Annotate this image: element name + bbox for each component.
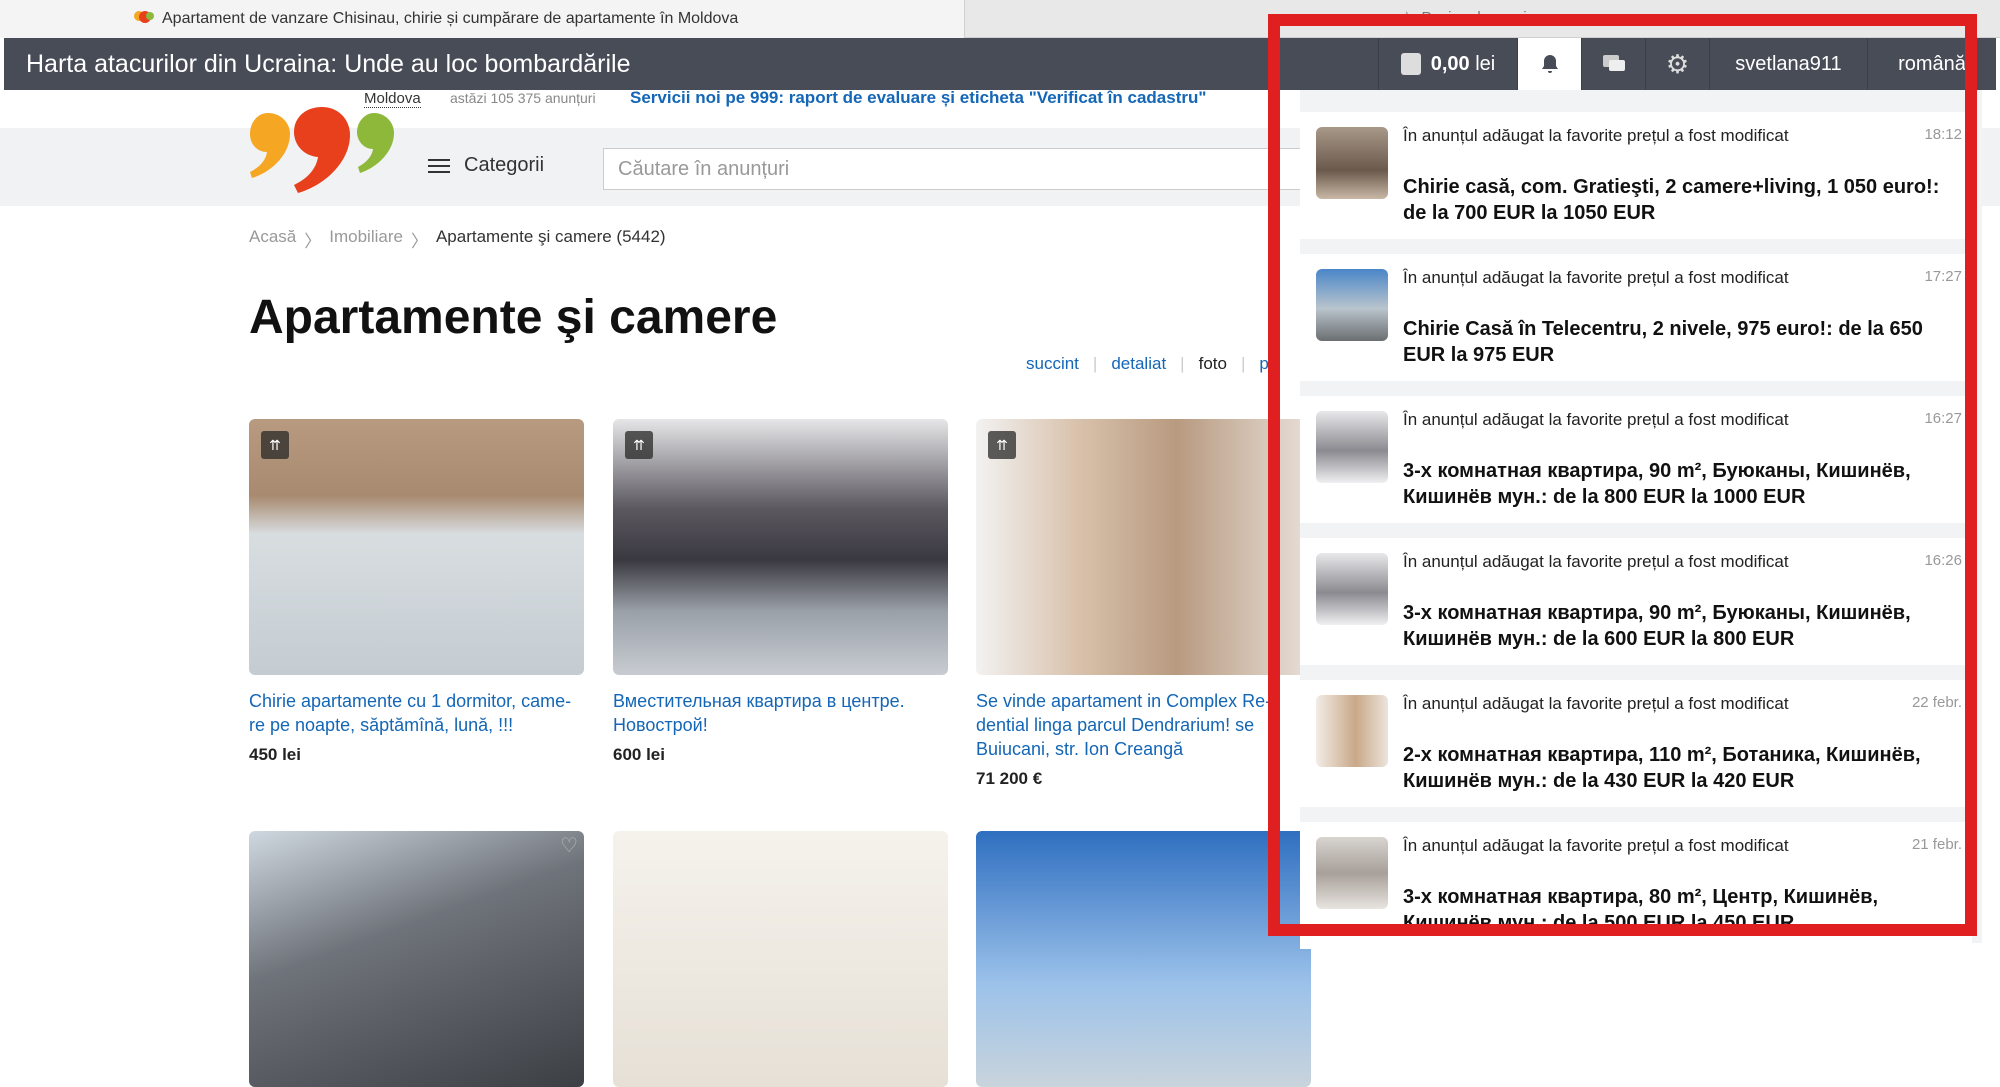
listing-price: 600 lei xyxy=(613,745,665,764)
gear-icon: ⚙ xyxy=(1665,48,1690,79)
listing-title[interactable]: Вместительная квартира в центре. Новостр… xyxy=(613,689,948,737)
notification-title[interactable]: 3-х комнатная квартира, 80 m², Центр, Ки… xyxy=(1403,884,1958,936)
heart-icon[interactable]: ♡ xyxy=(560,833,578,858)
notification-title[interactable]: 3-х комнатная квартира, 90 m², Буюканы, … xyxy=(1403,458,1958,510)
listing-price: 71 200 € xyxy=(976,769,1043,788)
bell-icon xyxy=(1541,55,1558,73)
browser-tab-inactive[interactable]: ☆ Pagina de pornire xyxy=(1400,8,1540,27)
listing-card[interactable]: ♡ xyxy=(249,831,584,1087)
notification-label: În anunțul adăugat la favorite prețul a … xyxy=(1403,836,1789,855)
listing-card[interactable] xyxy=(976,831,1311,1087)
categories-button[interactable]: Categorii xyxy=(428,154,544,177)
notification-title[interactable]: 2-х комнатная квартира, 110 m², Ботаника… xyxy=(1403,742,1958,794)
listing-photo[interactable]: ⇈ xyxy=(613,419,948,675)
notification-time: 18:12 xyxy=(1924,126,1962,143)
site-topbar: Harta atacurilor din Ucraina: Unde au lo… xyxy=(4,38,1996,90)
language-selector[interactable]: română xyxy=(1867,38,1996,90)
notification-label: În anunțul adăugat la favorite prețul a … xyxy=(1403,126,1789,145)
notification-item[interactable]: În anunțul adăugat la favorite prețul a … xyxy=(1300,538,1972,665)
notification-thumbnail xyxy=(1316,553,1388,625)
notification-item[interactable]: În anunțul adăugat la favorite prețul a … xyxy=(1300,396,1972,523)
boost-icon: ⇈ xyxy=(988,431,1016,459)
user-menu[interactable]: svetlana911 xyxy=(1709,38,1867,90)
view-photo[interactable]: foto xyxy=(1199,354,1227,374)
notification-time: 21 febr. xyxy=(1911,836,1962,853)
notification-item[interactable]: În anunțul adăugat la favorite prețul a … xyxy=(1300,254,1972,381)
notifications-button[interactable] xyxy=(1517,38,1581,90)
breadcrumb-current: Apartamente şi camere (5442) xyxy=(435,227,666,246)
news-headline-link[interactable]: Harta atacurilor din Ucraina: Unde au lo… xyxy=(26,50,630,79)
notification-thumbnail xyxy=(1316,695,1388,767)
notification-thumbnail xyxy=(1316,411,1388,483)
listing-photo[interactable] xyxy=(613,831,948,1087)
site-logo[interactable] xyxy=(248,103,396,195)
notification-title[interactable]: 3-х комнатная квартира, 90 m², Буюканы, … xyxy=(1403,600,1958,652)
notification-thumbnail xyxy=(1316,269,1388,341)
view-switcher: succint | detaliat | foto | pe xyxy=(1026,354,1279,374)
notification-label: În anunțul adăugat la favorite prețul a … xyxy=(1403,410,1789,429)
notification-title[interactable]: Chirie casă, com. Gratieşti, 2 camere+li… xyxy=(1403,174,1958,226)
page-title: Apartamente şi camere xyxy=(249,291,778,344)
browser-tab2-title: Pagina de pornire xyxy=(1421,8,1540,26)
search-input[interactable]: Căutare în anunțuri xyxy=(603,148,1303,190)
view-map[interactable]: pe xyxy=(1259,354,1278,374)
listing-card[interactable]: ⇈ Chirie apartamente cu 1 dormitor, came… xyxy=(249,419,584,765)
wallet-button[interactable]: 0,00 lei xyxy=(1378,38,1517,90)
listing-title[interactable]: Se vinde apartament in Complex Re-dentia… xyxy=(976,689,1311,761)
settings-button[interactable]: ⚙ xyxy=(1645,38,1709,90)
categories-label: Categorii xyxy=(464,154,545,176)
wallet-currency: lei xyxy=(1475,52,1496,75)
breadcrumb-home[interactable]: Acasă xyxy=(249,227,296,252)
chat-icon xyxy=(1602,55,1625,71)
notification-time: 16:26 xyxy=(1924,552,1962,569)
notification-item[interactable]: În anunțul adăugat la favorite prețul a … xyxy=(1300,822,1972,949)
notification-item[interactable]: În anunțul adăugat la favorite prețul a … xyxy=(1300,112,1972,239)
view-short[interactable]: succint xyxy=(1026,354,1079,374)
breadcrumb-section[interactable]: Imobiliare xyxy=(329,227,403,252)
notification-time: 17:27 xyxy=(1924,268,1962,285)
notification-title[interactable]: Chirie Casă în Telecentru, 2 nivele, 975… xyxy=(1403,316,1958,368)
chevron-right-icon: 〉 xyxy=(410,232,428,251)
messages-button[interactable] xyxy=(1581,38,1645,90)
breadcrumb: Acasă 〉 Imobiliare 〉 Apartamente şi came… xyxy=(249,227,666,252)
listing-card[interactable]: ⇈ Вместительная квартира в центре. Новос… xyxy=(613,419,948,765)
notification-label: În anunțul adăugat la favorite prețul a … xyxy=(1403,552,1789,571)
notification-label: În anunțul adăugat la favorite prețul a … xyxy=(1403,694,1789,713)
view-detailed[interactable]: detaliat xyxy=(1111,354,1166,374)
browser-tab-active[interactable]: Apartament de vanzare Chisinau, chirie ș… xyxy=(0,0,965,38)
listing-price: 450 lei xyxy=(249,745,301,764)
notification-time: 22 febr. xyxy=(1911,694,1962,711)
wallet-icon xyxy=(1400,53,1421,75)
star-icon: ☆ xyxy=(1400,9,1414,26)
notification-time: 16:27 xyxy=(1924,410,1962,427)
listing-card[interactable] xyxy=(613,831,948,1087)
today-count: astăzi 105 375 anunțuri xyxy=(450,90,596,106)
notification-thumbnail xyxy=(1316,127,1388,199)
notification-label: În anunțul adăugat la favorite prețul a … xyxy=(1403,268,1789,287)
listing-photo[interactable]: ⇈ xyxy=(976,419,1311,675)
wallet-amount: 0,00 xyxy=(1430,52,1470,75)
boost-icon: ⇈ xyxy=(261,431,289,459)
promo-link[interactable]: Servicii noi pe 999: raport de evaluare … xyxy=(630,88,1206,108)
browser-tab-bar: Apartament de vanzare Chisinau, chirie ș… xyxy=(0,0,2000,38)
listing-card[interactable]: ⇈ Se vinde apartament in Complex Re-dent… xyxy=(976,419,1311,789)
listing-title[interactable]: Chirie apartamente cu 1 dormitor, came-r… xyxy=(249,689,584,737)
listing-photo[interactable]: ♡ xyxy=(249,831,584,1087)
listing-photo[interactable] xyxy=(976,831,1311,1087)
site-favicon-icon xyxy=(134,11,154,23)
boost-icon: ⇈ xyxy=(625,431,653,459)
notification-thumbnail xyxy=(1316,837,1388,909)
chevron-right-icon: 〉 xyxy=(304,232,322,251)
menu-icon xyxy=(428,155,450,177)
browser-tab-title: Apartament de vanzare Chisinau, chirie ș… xyxy=(162,10,739,27)
listing-photo[interactable]: ⇈ xyxy=(249,419,584,675)
region-selector[interactable]: Moldova xyxy=(364,90,421,108)
notification-item[interactable]: În anunțul adăugat la favorite prețul a … xyxy=(1300,680,1972,807)
